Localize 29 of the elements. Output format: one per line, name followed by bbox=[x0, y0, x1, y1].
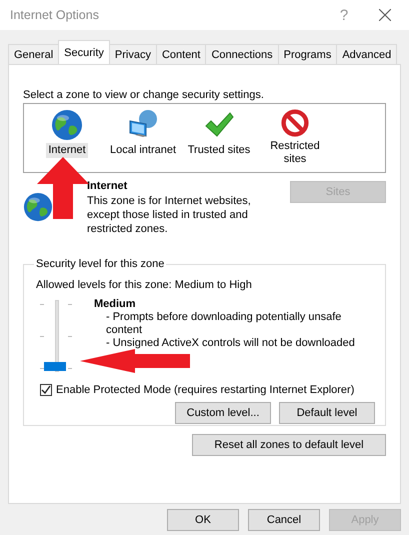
pointer-arrow bbox=[37, 157, 89, 219]
dialog-button[interactable]: OK bbox=[167, 509, 239, 531]
zone-item[interactable]: Trusted sites bbox=[182, 109, 256, 167]
tab[interactable]: General bbox=[8, 44, 60, 64]
tab[interactable]: Advanced bbox=[336, 44, 398, 64]
checkbox-label[interactable]: Enable Protected Mode (requires restarting Internet Explorer) bbox=[56, 384, 354, 396]
window-title: Internet Options bbox=[10, 8, 100, 22]
zone-item[interactable]: Internet bbox=[30, 109, 104, 167]
slider-thumb[interactable] bbox=[44, 362, 66, 371]
close-icon[interactable] bbox=[379, 9, 391, 21]
tab[interactable]: Security bbox=[58, 40, 110, 64]
level-button[interactable]: Custom level... bbox=[175, 402, 271, 424]
zone-heading: Internet bbox=[87, 180, 128, 192]
zone-prompt: Select a zone to view or change security settings. bbox=[23, 89, 265, 101]
group-title: Security level for this zone bbox=[35, 258, 166, 270]
globe-icon bbox=[51, 109, 83, 141]
zone-item[interactable]: Restricted sites bbox=[258, 109, 332, 167]
level-detail: - Unsigned ActiveX controls will not be downloaded bbox=[105, 337, 356, 350]
checkbox[interactable] bbox=[40, 384, 52, 396]
zone-item[interactable]: Local intranet bbox=[106, 109, 180, 167]
dialog-button[interactable]: Cancel bbox=[248, 509, 320, 531]
globe-icon bbox=[23, 192, 53, 222]
allowed-levels-text: Allowed levels for this zone: Medium to High bbox=[36, 279, 253, 291]
level-detail: - Prompts before downloading potentially unsafe content bbox=[105, 311, 342, 337]
zone-description: This zone is for Internet websites, except those listed in trusted and restricted zones. bbox=[87, 194, 252, 236]
no-entry-icon bbox=[279, 109, 311, 137]
level-button[interactable]: Default level bbox=[279, 402, 375, 424]
level-name: Medium bbox=[94, 298, 137, 311]
reset-button[interactable]: Reset all zones to default level bbox=[192, 434, 386, 456]
